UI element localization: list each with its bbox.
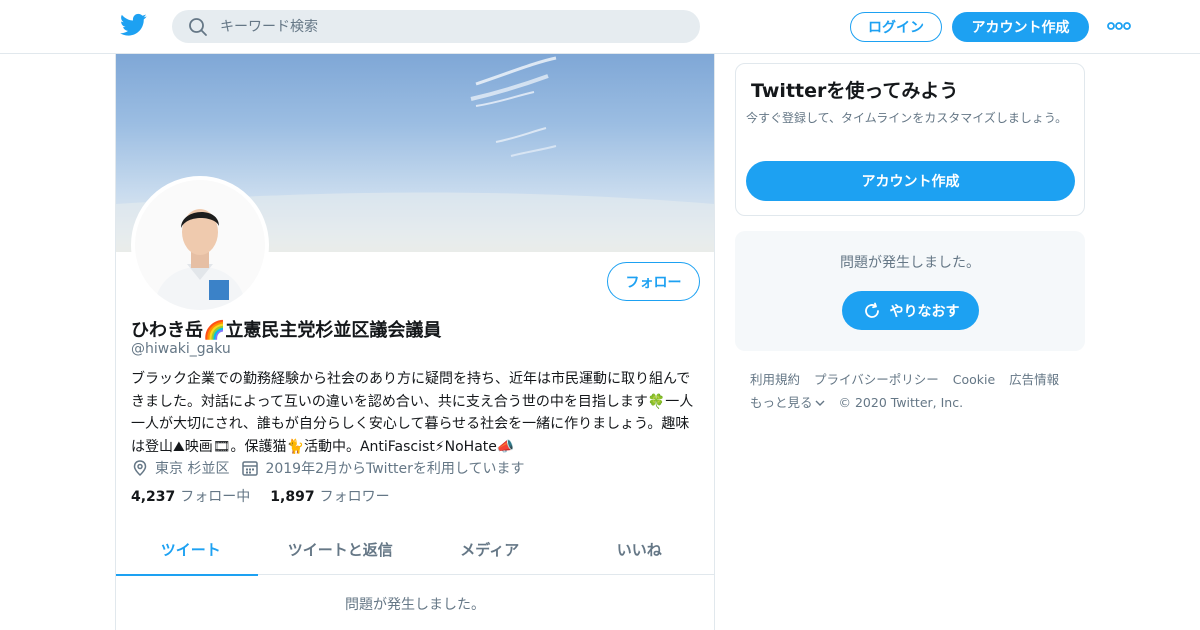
profile-stats: 4,237 フォロー中 1,897 フォロワー [131, 486, 410, 506]
footer-more-label: もっと見る [750, 395, 813, 410]
tab-tweets[interactable]: ツイート [116, 524, 266, 576]
profile-joined: 2019年2月からTwitterを利用しています [265, 461, 525, 477]
footer-link-privacy[interactable]: プライバシーポリシー [814, 372, 939, 387]
signup-card-title: Twitterを使ってみよう [751, 80, 959, 102]
search-icon [189, 18, 207, 36]
profile-name: ひわき岳🌈立憲民主党杉並区議会議員 [131, 320, 442, 341]
signup-button[interactable]: アカウント作成 [952, 12, 1089, 42]
profile-column: フォロー ひわき岳🌈立憲民主党杉並区議会議員 @hiwaki_gaku ブラック… [115, 54, 715, 630]
footer: 利用規約 プライバシーポリシー Cookie 広告情報 もっと見る © 2020… [750, 368, 1085, 414]
tab-media[interactable]: メディア [415, 524, 565, 575]
signup-card-description: 今すぐ登録して、タイムラインをカスタマイズしましょう。 [746, 111, 1068, 125]
profile-handle[interactable]: @hiwaki_gaku [131, 341, 231, 357]
error-card: 問題が発生しました。 やりなおす [735, 231, 1085, 351]
profile-meta: 東京 杉並区 2019年2月からTwitterを利用しています [131, 457, 525, 479]
following-count[interactable]: 4,237 [131, 489, 175, 505]
profile-tabs: ツイート ツイートと返信 メディア いいね [116, 524, 715, 576]
tab-likes[interactable]: いいね [565, 524, 715, 575]
footer-link-ads[interactable]: 広告情報 [1009, 372, 1059, 387]
feed-error-message: 問題が発生しました。 [345, 597, 485, 613]
login-button[interactable]: ログイン [850, 12, 942, 42]
footer-link-cookie[interactable]: Cookie [953, 372, 995, 387]
footer-more-link[interactable]: もっと見る [750, 395, 825, 410]
footer-copyright: © 2020 Twitter, Inc. [838, 395, 964, 410]
tab-tweets-and-replies[interactable]: ツイートと返信 [266, 524, 416, 575]
followers-count[interactable]: 1,897 [270, 489, 314, 505]
retry-button[interactable]: やりなおす [842, 291, 979, 330]
search-input[interactable] [220, 10, 680, 43]
footer-link-terms[interactable]: 利用規約 [750, 372, 800, 387]
retry-icon [864, 302, 879, 318]
profile-location: 東京 杉並区 [155, 461, 230, 477]
twitter-bird-icon[interactable] [120, 13, 147, 37]
profile-avatar[interactable] [131, 176, 269, 314]
signup-card: Twitterを使ってみよう 今すぐ登録して、タイムラインをカスタマイズしましょ… [735, 63, 1085, 216]
calendar-icon [242, 461, 259, 476]
following-label[interactable]: フォロー中 [180, 486, 250, 506]
signup-card-button[interactable]: アカウント作成 [746, 161, 1075, 201]
retry-label: やりなおす [889, 303, 960, 320]
followers-label[interactable]: フォロワー [320, 486, 390, 506]
search-bar[interactable] [172, 10, 700, 43]
more-dots-icon[interactable] [1106, 16, 1132, 36]
error-card-message: 問題が発生しました。 [840, 255, 980, 271]
location-icon [133, 460, 147, 477]
profile-bio: ブラック企業での勤務経験から社会のあり方に疑問を持ち、近年は市民運動に取り組んで… [131, 371, 694, 455]
top-navigation-bar: ログイン アカウント作成 [0, 0, 1200, 54]
follow-button[interactable]: フォロー [607, 262, 700, 301]
chevron-down-icon [815, 400, 825, 406]
